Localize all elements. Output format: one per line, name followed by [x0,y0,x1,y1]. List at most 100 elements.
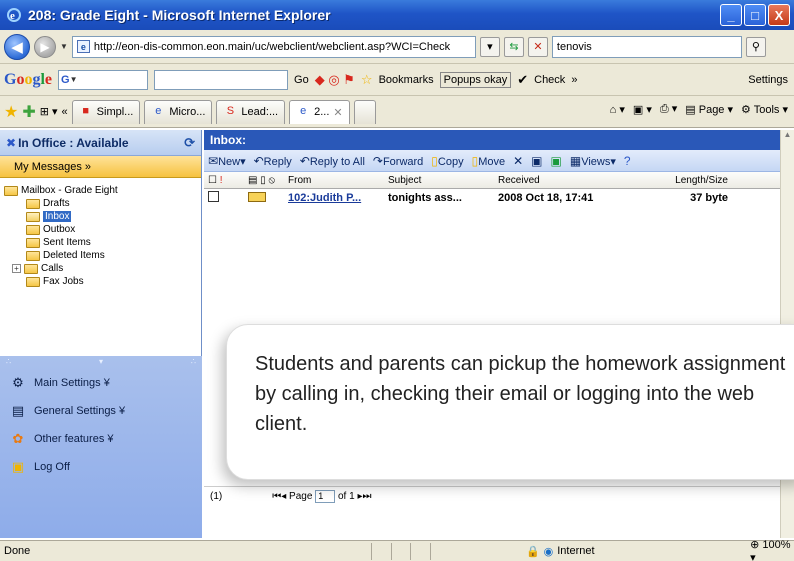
stop-button[interactable]: ✕ [527,36,548,57]
folder-outbox[interactable]: Outbox [4,223,197,236]
tab-list-button[interactable]: ⊞ ▾ [40,105,58,118]
my-messages-header[interactable]: My Messages » [0,156,201,178]
magnifier-icon: ⚲ [751,41,760,53]
presence-icon: ✖ [6,135,17,150]
panel-resize-handle[interactable]: ∴ ▾ ∴ [0,356,202,366]
folder-fax[interactable]: Fax Jobs [4,275,197,288]
folder-inbox[interactable]: Inbox [4,210,197,223]
home-icon[interactable]: ⌂ ▾ [610,103,625,116]
new-button[interactable]: ✉New▾ [208,154,246,168]
tab-lead[interactable]: S Lead:... [216,99,286,124]
page-number-input[interactable]: 1 [315,490,336,503]
folder-sent[interactable]: Sent Items [4,236,197,249]
address-dropdown-button[interactable]: ▾ [479,36,500,57]
close-tab-icon[interactable]: ✕ [333,106,342,119]
folder-calls[interactable]: + Calls [4,262,197,275]
help-icon[interactable]: ? [624,154,631,168]
log-off-icon: ▣ [11,459,25,474]
properties-icon[interactable]: ▣ [531,154,542,168]
calls-folder-icon [24,263,38,274]
tab-micro[interactable]: e Micro... [144,99,213,124]
mailbox-root[interactable]: Mailbox - Grade Eight [4,184,197,197]
delete-icon[interactable]: ✕ [513,154,523,168]
favorites-star-icon[interactable]: ★ [4,102,18,122]
size-column[interactable]: Length/Size [648,175,728,186]
tab-scroll-left[interactable]: « [62,106,68,118]
tab-simpl[interactable]: ■ Simpl... [71,99,141,124]
other-features-link[interactable]: ✿ Other features ¥ [0,428,202,450]
security-zone[interactable]: 🔒 ◉ Internet [526,545,660,558]
log-off-link[interactable]: ▣ Log Off [0,456,202,478]
settings-button[interactable]: Settings [748,74,788,86]
presence-status[interactable]: ✖ In Office : Available ⟳ [0,130,201,156]
new-message-icon: ✉ [208,153,219,168]
move-button[interactable]: ▯Move [472,154,506,168]
google-menu-button[interactable]: G ▼ [58,69,149,90]
select-all-checkbox[interactable]: ☐ ! [208,175,248,186]
bookmark-star-icon: ☆ [360,71,373,87]
message-from[interactable]: 102:Judith P... [288,192,388,204]
refresh-button[interactable]: ⇆ [503,36,524,57]
received-column[interactable]: Received [498,175,648,186]
from-column[interactable]: From [288,175,388,186]
refresh-list-icon[interactable]: ▣ [551,154,562,168]
inbox-heading: Inbox: [204,130,780,150]
message-subject[interactable]: tonights ass... [388,192,498,204]
copy-button[interactable]: ▯Copy [431,154,463,168]
svg-text:e: e [10,10,15,22]
forward-button[interactable]: ▶ [34,35,56,58]
message-toolbar: ✉New▾ ↶Reply ↶Reply to All ↷Forward ▯Cop… [204,150,780,172]
tab-active-2[interactable]: e 2... ✕ [289,99,350,124]
views-button[interactable]: ▦Views▾ [570,154,616,168]
prev-page-icon[interactable]: ◂ [281,491,286,502]
folder-deleted[interactable]: Deleted Items [4,249,197,262]
mailbox-tree: Mailbox - Grade Eight Drafts Inbox Outbo… [0,178,201,294]
scroll-up-icon[interactable]: ▲ [781,130,794,144]
google-go-button[interactable]: Go [294,74,309,86]
folder-drafts[interactable]: Drafts [4,197,197,210]
window-titlebar[interactable]: e 208: Grade Eight - Microsoft Internet … [0,0,794,30]
expand-plus-icon[interactable]: + [12,264,21,273]
main-settings-link[interactable]: ⚙ Main Settings ¥ [0,372,202,394]
feeds-icon[interactable]: ▣ ▾ [633,103,652,116]
type-column-icons: ▤ ▯ ⦸ [248,174,276,186]
refresh-icon[interactable]: ⟳ [184,135,195,151]
reply-all-button[interactable]: ↶Reply to All [300,154,365,168]
print-icon[interactable]: ⎙ ▾ [660,102,677,116]
bookmarks-button[interactable]: Bookmarks [379,74,434,86]
general-settings-link[interactable]: ▤ General Settings ¥ [0,400,202,422]
page-menu-button[interactable]: ▤ Page ▾ [685,103,733,116]
address-field[interactable]: e http://eon-dis-common.eon.main/uc/webc… [71,35,476,58]
search-input[interactable] [551,35,742,58]
popups-button[interactable]: Popups okay [439,71,512,88]
maximize-button[interactable]: □ [744,4,766,26]
tools-menu-button[interactable]: ⚙ Tools ▾ [741,103,788,116]
table-row[interactable]: 102:Judith P... tonights ass... 2008 Oct… [204,189,780,207]
zoom-level[interactable]: ⊕ 100% ▾ [750,538,794,561]
row-checkbox[interactable] [208,191,219,202]
toolbar-icons-group[interactable]: ◆ ◎ ⚑ [315,72,355,88]
minimize-button[interactable]: _ [720,4,742,26]
fax-folder-icon [26,276,40,287]
search-go-button[interactable]: ⚲ [745,36,766,57]
add-favorite-icon[interactable]: ✚ [22,102,35,122]
reply-button[interactable]: ↶Reply [254,154,292,168]
copy-icon: ▯ [431,153,438,168]
ie-page-icon: e [155,105,162,117]
window-controls: _ □ X [720,4,790,26]
mailbox-icon [4,185,18,196]
lock-icon: 🔒 [525,545,540,558]
more-button[interactable]: » [571,74,577,86]
google-search-input[interactable] [154,69,289,90]
close-button[interactable]: X [768,4,790,26]
subject-column[interactable]: Subject [388,175,498,186]
history-dropdown-icon[interactable]: ▼ [60,42,68,51]
last-page-icon[interactable]: ⏭ [362,491,371,502]
check-button[interactable]: Check [534,74,565,86]
forward-button[interactable]: ↷Forward [373,154,423,168]
pager: (1) ⏮◂ Page 1 of 1 ▸⏭ [204,486,780,506]
first-page-icon[interactable]: ⏮ [272,491,281,502]
deleted-folder-icon [26,250,40,261]
back-button[interactable]: ◀ [4,33,30,60]
new-tab-button[interactable] [353,99,376,124]
